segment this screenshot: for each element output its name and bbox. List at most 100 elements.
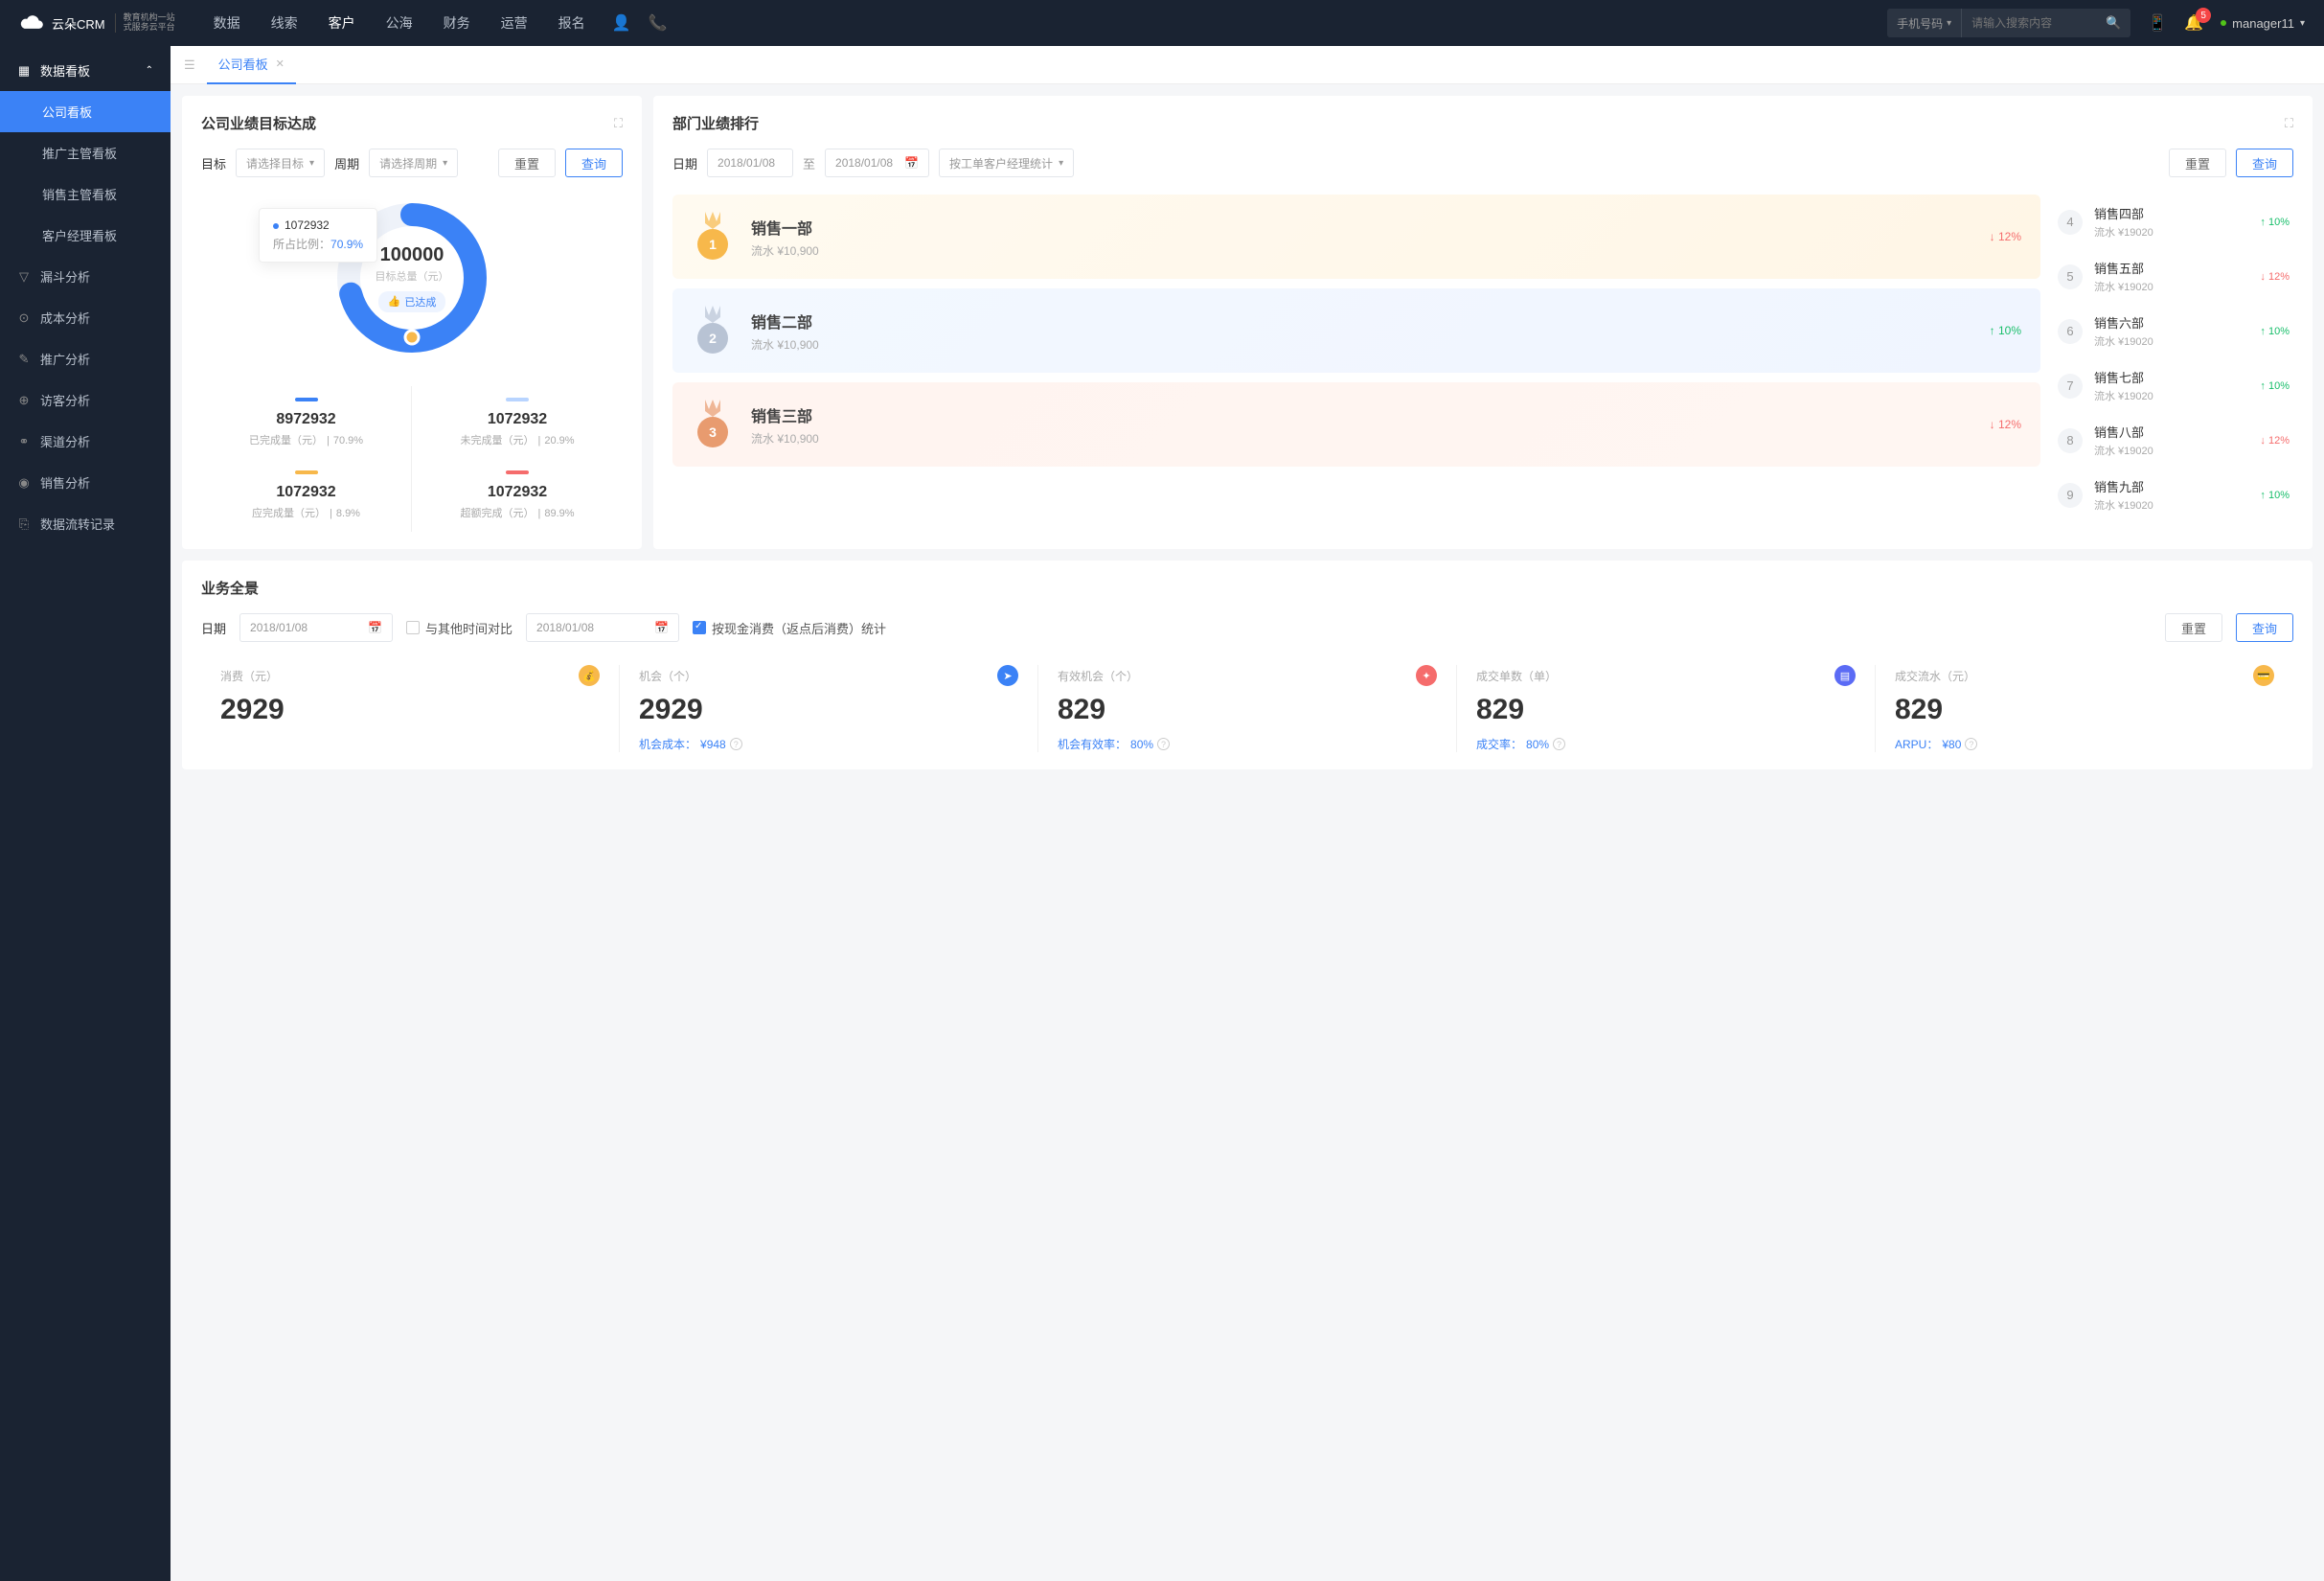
logo-subtitle: 教育机构一站式服务云平台 (115, 13, 175, 33)
rank-card[interactable]: 1销售一部流水 ¥10,900↓ 12% (672, 195, 2040, 279)
sidebar-item[interactable]: ✎推广分析 (0, 338, 171, 379)
nav-item[interactable]: 数据 (214, 13, 240, 33)
card-title: 公司业绩目标达成 (201, 113, 316, 133)
query-button[interactable]: 查询 (565, 149, 623, 177)
filter-label: 周期 (334, 154, 359, 172)
rank-number: 6 (2058, 319, 2083, 344)
help-icon[interactable]: ? (1965, 738, 1977, 750)
sidebar-item[interactable]: ⊙成本分析 (0, 297, 171, 338)
menu-icon: ⊕ (17, 393, 31, 408)
nav-item[interactable]: 财务 (444, 13, 470, 33)
date-separator: 至 (803, 154, 815, 172)
tab-company-board[interactable]: 公司看板 ✕ (207, 46, 296, 84)
phone-icon[interactable]: 📞 (649, 13, 668, 33)
notification-badge: 5 (2196, 8, 2211, 23)
sidebar-item[interactable]: ▽漏斗分析 (0, 256, 171, 297)
top-nav: 云朵CRM 教育机构一站式服务云平台 数据 线索 客户 公海 财务 运营 报名 👤 📞 手机… (0, 0, 2324, 46)
search-bar: 手机号码▾ 🔍 (1887, 9, 2130, 37)
metric-card: 成交流水（元）💳829ARPU：¥80? (1876, 665, 2293, 752)
date-from[interactable]: 2018/01/08 (707, 149, 793, 177)
calendar-icon: 📅 (368, 621, 382, 634)
nav-item[interactable]: 线索 (271, 13, 298, 33)
filter-label: 目标 (201, 154, 226, 172)
chevron-down-icon: ▾ (443, 158, 447, 169)
rank-row[interactable]: 9销售九部流水 ¥19020↑ 10% (2054, 468, 2293, 522)
nav-item[interactable]: 公海 (386, 13, 413, 33)
sidebar-item[interactable]: 销售主管看板 (0, 173, 171, 215)
sidebar-item[interactable]: ◉销售分析 (0, 462, 171, 503)
help-icon[interactable]: ? (730, 738, 742, 750)
expand-icon[interactable]: ⛶ (614, 116, 623, 131)
donut-value: 100000 (380, 244, 444, 266)
nav-item[interactable]: 报名 (558, 13, 585, 33)
select-groupby[interactable]: 按工单客户经理统计▾ (939, 149, 1074, 177)
rank-number: 7 (2058, 374, 2083, 399)
query-button[interactable]: 查询 (2236, 613, 2293, 642)
close-icon[interactable]: ✕ (276, 57, 285, 70)
help-icon[interactable]: ? (1553, 738, 1565, 750)
search-type-select[interactable]: 手机号码▾ (1887, 9, 1962, 37)
donut-label: 目标总量（元） (376, 268, 449, 284)
sidebar: ▦数据看板 ⌃ 公司看板推广主管看板销售主管看板客户经理看板 ▽漏斗分析⊙成本分… (0, 46, 171, 1581)
card-panorama: 业务全景 日期 2018/01/08📅 与其他时间对比 2018/01/08📅 … (182, 561, 2313, 769)
tooltip: 1072932 所占比例：70.9% (259, 208, 377, 263)
cloud-icon (19, 13, 46, 33)
select-target[interactable]: 请选择目标▾ (236, 149, 325, 177)
svg-text:1: 1 (709, 237, 717, 252)
chevron-down-icon: ▾ (2300, 18, 2305, 29)
logo-text: 云朵CRM (52, 14, 105, 33)
sidebar-item[interactable]: 推广主管看板 (0, 132, 171, 173)
nav-item[interactable]: 客户 (329, 13, 355, 33)
date-input-1[interactable]: 2018/01/08📅 (239, 613, 393, 642)
sidebar-item[interactable]: ⊕访客分析 (0, 379, 171, 421)
user-icon[interactable]: 👤 (612, 13, 631, 33)
rank-row[interactable]: 4销售四部流水 ¥19020↑ 10% (2054, 195, 2293, 249)
rank-card[interactable]: 3销售三部流水 ¥10,900↓ 12% (672, 382, 2040, 467)
medal-icon: 2 (692, 306, 734, 355)
expand-icon[interactable]: ⛶ (2285, 116, 2293, 131)
reset-button[interactable]: 重置 (2165, 613, 2222, 642)
rank-row[interactable]: 7销售七部流水 ¥19020↑ 10% (2054, 358, 2293, 413)
calendar-icon: 📅 (654, 621, 669, 634)
metric-icon: ▤ (1834, 665, 1856, 686)
chevron-down-icon: ▾ (309, 158, 314, 169)
checkbox-compare[interactable]: 与其他时间对比 (406, 619, 513, 637)
collapse-sidebar-icon[interactable]: ☰ (184, 57, 195, 73)
reset-button[interactable]: 重置 (498, 149, 556, 177)
nav-item[interactable]: 运营 (501, 13, 528, 33)
metric-icon: 💰 (579, 665, 600, 686)
query-button[interactable]: 查询 (2236, 149, 2293, 177)
user-menu[interactable]: manager11 ▾ (2221, 16, 2305, 31)
username: manager11 (2232, 16, 2294, 31)
date-input-2[interactable]: 2018/01/08📅 (526, 613, 679, 642)
rank-row[interactable]: 6销售六部流水 ¥19020↑ 10% (2054, 304, 2293, 358)
search-input[interactable] (1962, 16, 2096, 30)
tab-bar: ☰ 公司看板 ✕ (171, 46, 2324, 84)
bell-icon[interactable]: 🔔5 (2184, 13, 2203, 33)
medal-icon: 1 (692, 212, 734, 262)
stat-cell: 1072932应完成量（元）|8.9% (201, 459, 412, 532)
metric-icon: 💳 (2253, 665, 2274, 686)
rank-number: 8 (2058, 428, 2083, 453)
rank-card[interactable]: 2销售二部流水 ¥10,900↑ 10% (672, 288, 2040, 373)
rank-row[interactable]: 8销售八部流水 ¥19020↓ 12% (2054, 413, 2293, 468)
help-icon[interactable]: ? (1157, 738, 1170, 750)
checkbox-cash[interactable]: 按现金消费（返点后消费）统计 (693, 619, 886, 637)
dashboard-icon: ▦ (17, 63, 31, 79)
search-icon[interactable]: 🔍 (2096, 15, 2130, 31)
sidebar-group-dashboard[interactable]: ▦数据看板 ⌃ (0, 50, 171, 91)
sidebar-item[interactable]: ⚭渠道分析 (0, 421, 171, 462)
rank-row[interactable]: 5销售五部流水 ¥19020↓ 12% (2054, 249, 2293, 304)
sidebar-item[interactable]: 客户经理看板 (0, 215, 171, 256)
sidebar-item[interactable]: 公司看板 (0, 91, 171, 132)
sidebar-item[interactable]: ⎘数据流转记录 (0, 503, 171, 544)
status-dot (2221, 20, 2226, 26)
status-tag: 👍已达成 (378, 291, 446, 312)
date-to[interactable]: 2018/01/08📅 (825, 149, 929, 177)
mobile-icon[interactable]: 📱 (2148, 13, 2167, 33)
select-period[interactable]: 请选择周期▾ (369, 149, 458, 177)
filter-label: 日期 (201, 619, 226, 637)
calendar-icon: 📅 (904, 156, 919, 170)
reset-button[interactable]: 重置 (2169, 149, 2226, 177)
rank-number: 4 (2058, 210, 2083, 235)
